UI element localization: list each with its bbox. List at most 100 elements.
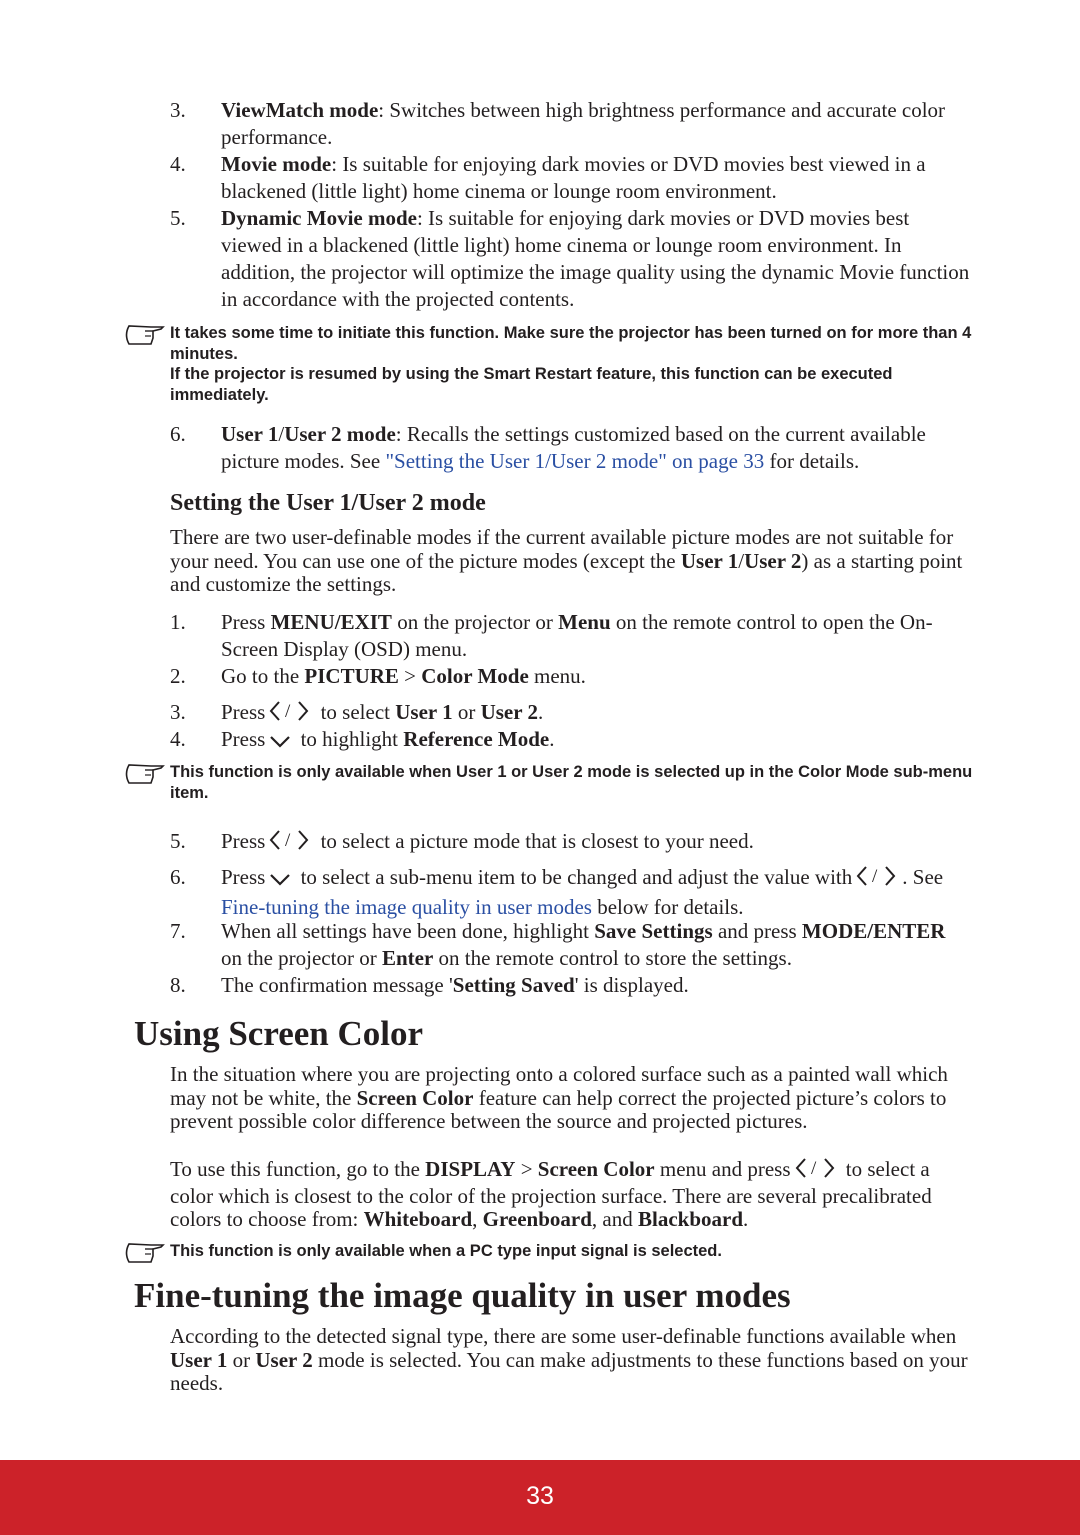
text-run: PICTURE	[304, 664, 399, 688]
note-text: This function is only available when Use…	[170, 762, 973, 803]
list-text: Press MENU/EXIT on the projector or Menu…	[221, 609, 970, 663]
list-item: 4. Movie mode: Is suitable for enjoying d…	[170, 151, 970, 205]
left-right-arrow-icon: /	[855, 865, 899, 894]
text-run: .	[549, 727, 555, 751]
text-run: User 2 mode	[284, 422, 396, 446]
list-number: 3.	[170, 98, 186, 122]
left-right-arrow-icon: /	[794, 1157, 838, 1185]
pointing-hand-icon	[123, 763, 165, 791]
list-text: When all settings have been done, highli…	[221, 918, 970, 972]
list-text: The confirmation message 'Setting Saved'…	[221, 972, 970, 999]
text-run: to select a picture mode that is closest…	[315, 829, 754, 853]
text-run: menu.	[528, 664, 586, 688]
list-number: 6.	[170, 865, 186, 889]
paragraph: In the situation where you are projectin…	[170, 1062, 970, 1134]
text-run: to highlight	[295, 727, 404, 751]
note-line: It takes some time to initiate this func…	[170, 324, 972, 363]
text-run: Menu	[558, 610, 611, 634]
text-run: Save Settings	[594, 919, 713, 943]
list-item: 4. Press to highlight Reference Mode.	[170, 726, 970, 756]
list-item: 6. User 1/User 2 mode: Recalls the settin…	[170, 421, 970, 475]
text-run: .	[537, 700, 544, 724]
text-run: Dynamic Movie mode	[221, 206, 417, 230]
text-run: for details.	[764, 449, 860, 473]
svg-text:/: /	[872, 866, 878, 887]
text-run: MENU/EXIT	[270, 610, 392, 634]
text-run: ViewMatch mode	[221, 98, 379, 122]
text-run: Screen Color	[537, 1157, 655, 1181]
text-run: The confirmation message '	[221, 973, 453, 997]
text-run: To use this function, go to the	[170, 1157, 426, 1181]
paragraph: According to the detected signal type, t…	[170, 1324, 970, 1396]
list-item: 3. ViewMatch mode: Switches between high …	[170, 97, 970, 151]
text-run: Blackboard	[638, 1207, 744, 1231]
text-run: User 1	[221, 422, 279, 446]
text-run: Go to the	[221, 664, 305, 688]
text-run: Whiteboard	[363, 1207, 473, 1231]
note-line: If the projector is resumed by using the…	[170, 365, 893, 404]
text-run: Setting Saved	[452, 973, 575, 997]
text-run: User 1	[170, 1347, 228, 1372]
text-run: MODE/ENTER	[801, 919, 946, 943]
note-line: This function is only available when Use…	[170, 763, 973, 802]
text-run: and press	[712, 919, 802, 943]
text-run: User 2	[744, 548, 802, 573]
paragraph: There are two user-definable modes if th…	[170, 525, 970, 597]
list-text: Press to select a sub-menu item to be ch…	[221, 864, 970, 921]
list-number: 6.	[170, 422, 186, 446]
text-run: Reference Mode	[403, 727, 550, 751]
text-run: on the remote control to store the setti…	[433, 946, 792, 970]
list-item: 7. When all settings have been done, high…	[170, 918, 970, 972]
list-text: Dynamic Movie mode: Is suitable for enjo…	[221, 205, 970, 313]
cross-reference-link[interactable]: "Setting the User 1/User 2 mode" on page…	[385, 449, 764, 473]
text-run: Press	[221, 700, 266, 724]
list-text: Go to the PICTURE > Color Mode menu.	[221, 663, 970, 690]
list-item: 6. Press to select a sub-menu item to be …	[170, 864, 970, 921]
text-run: . See	[902, 865, 944, 889]
note-text: This function is only available when a P…	[170, 1241, 973, 1262]
cross-reference-link[interactable]: Fine-tuning the image quality in user mo…	[221, 895, 592, 919]
note: It takes some time to initiate this func…	[123, 323, 973, 405]
note: This function is only available when Use…	[123, 762, 973, 803]
list-number: 5.	[170, 829, 186, 853]
list-number: 1.	[170, 610, 186, 634]
page-footer: 33	[0, 1460, 1080, 1535]
text-run: ' is displayed.	[574, 973, 689, 997]
list-text: ViewMatch mode: Switches between high br…	[221, 97, 970, 151]
list-number: 8.	[170, 973, 186, 997]
section-heading: Using Screen Color	[134, 1014, 423, 1054]
text-run: on the projector or	[391, 610, 559, 634]
text-run: User 2	[255, 1347, 313, 1372]
text-run: , and	[591, 1207, 638, 1231]
text-run: Press	[221, 829, 266, 853]
text-run: Movie mode	[221, 152, 332, 176]
text-run: >	[398, 664, 422, 688]
text-run: Color Mode	[421, 664, 529, 688]
list-number: 4.	[170, 727, 186, 751]
note-line: This function is only available when a P…	[170, 1242, 722, 1260]
text-run: or	[227, 1347, 256, 1372]
text-run: or	[452, 700, 481, 724]
text-run: User 1	[680, 548, 739, 573]
list-number: 7.	[170, 919, 186, 943]
text-run: menu and press	[654, 1157, 791, 1181]
text-run: Press	[221, 610, 271, 634]
text-run: When all settings have been done, highli…	[221, 919, 595, 943]
svg-text:/: /	[285, 830, 291, 851]
list-number: 2.	[170, 664, 186, 688]
paragraph: To use this function, go to the DISPLAY …	[170, 1157, 970, 1232]
text-run: According to the detected signal type, t…	[170, 1324, 957, 1348]
text-run: Enter	[381, 946, 434, 970]
left-right-arrow-icon: /	[268, 700, 312, 729]
list-item: 1. Press MENU/EXIT on the projector or Me…	[170, 609, 970, 663]
text-run: below for details.	[591, 895, 744, 919]
list-text: User 1/User 2 mode: Recalls the settings…	[221, 421, 970, 475]
text-run: Press	[221, 727, 266, 751]
pointing-hand-icon	[123, 1242, 165, 1270]
list-item: 2. Go to the PICTURE > Color Mode menu.	[170, 663, 970, 690]
svg-text:/: /	[811, 1158, 817, 1179]
text-run: to select	[315, 700, 396, 724]
subsection-heading: Setting the User 1/User 2 mode	[170, 490, 486, 517]
svg-text:/: /	[285, 701, 291, 722]
list-number: 4.	[170, 152, 186, 176]
